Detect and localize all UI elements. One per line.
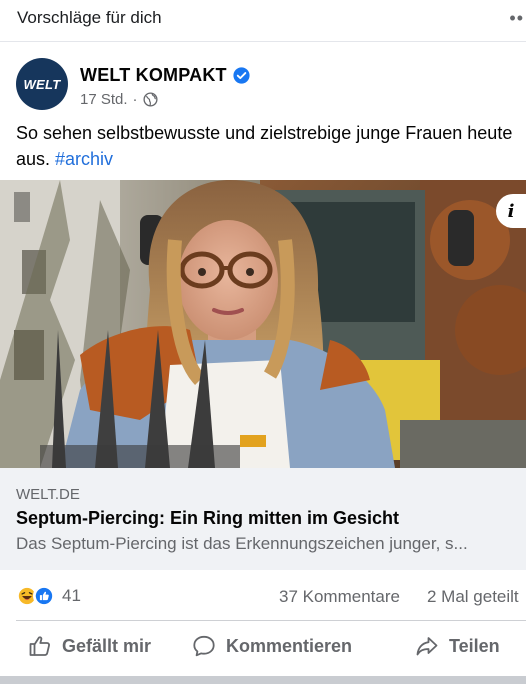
like-button[interactable]: Gefällt mir [28, 634, 151, 658]
more-options-button[interactable]: •• [509, 8, 524, 29]
meta-separator: · [132, 91, 138, 108]
comments-count[interactable]: 37 Kommentare [279, 587, 400, 607]
post-actions: Gefällt mir Kommentieren Teilen [0, 624, 526, 674]
like-reaction-icon [33, 585, 55, 607]
feed-separator [0, 676, 526, 684]
verified-badge-icon [233, 67, 250, 84]
post-photo[interactable] [0, 180, 526, 468]
page-name-link[interactable]: WELT KOMPAKT [80, 65, 227, 86]
suggestions-header: Vorschläge für dich •• [0, 0, 526, 42]
page-avatar[interactable]: WELT [16, 58, 68, 110]
post-timestamp[interactable]: 17 Std. [80, 91, 128, 108]
post-header: WELT WELT KOMPAKT 17 Std. · [0, 52, 526, 114]
page-name-row: WELT KOMPAKT [80, 65, 250, 86]
share-arrow-icon [416, 637, 438, 656]
globe-icon [143, 92, 158, 107]
action-divider [16, 620, 526, 621]
hashtag-link[interactable]: #archiv [55, 149, 113, 169]
post-meta: 17 Std. · [80, 91, 158, 108]
link-title: Septum-Piercing: Ein Ring mitten im Gesi… [16, 508, 400, 528]
comment-icon [193, 635, 215, 657]
like-label: Gefällt mir [62, 635, 152, 656]
ad-info-icon[interactable]: i [496, 194, 526, 228]
comment-button[interactable]: Kommentieren [192, 634, 352, 658]
reactions-summary: 41 37 Kommentare 2 Mal geteilt [0, 580, 526, 612]
thumbs-up-icon [29, 636, 50, 656]
reaction-count: 41 [62, 586, 81, 605]
section-title: Vorschläge für dich [17, 8, 162, 27]
shares-count[interactable]: 2 Mal geteilt [427, 587, 519, 607]
share-label: Teilen [449, 635, 500, 656]
link-preview-card[interactable]: WELT.DE Septum-Piercing: Ein Ring mitten… [0, 468, 526, 570]
avatar-logo-text: WELT [23, 76, 61, 92]
comment-label: Kommentieren [226, 635, 353, 656]
link-domain: WELT.DE [16, 486, 80, 503]
post-text: So sehen selbstbewusste und zielstrebige… [16, 120, 516, 172]
share-button[interactable]: Teilen [415, 634, 500, 658]
photo-illustration [0, 180, 526, 468]
reactions-button[interactable]: 41 [16, 585, 81, 607]
link-description: Das Septum-Piercing ist das Erkennungsze… [16, 534, 468, 553]
